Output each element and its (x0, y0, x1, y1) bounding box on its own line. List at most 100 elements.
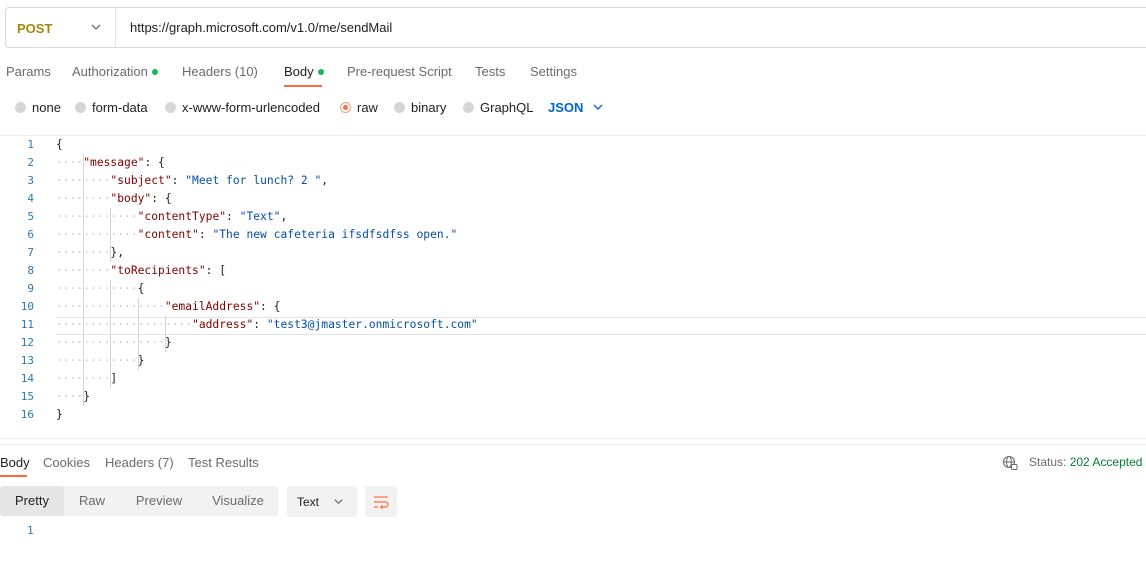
chevron-down-icon (334, 499, 343, 505)
json-punctuation: } (83, 390, 91, 403)
chevron-down-icon (91, 24, 101, 30)
tab-pre-request-script[interactable]: Pre-request Script (347, 64, 452, 79)
indent-guide (164, 316, 166, 352)
json-punctuation: : { (144, 156, 165, 169)
response-tab-headers[interactable]: Headers (7) (105, 455, 174, 470)
whitespace-marker: ···· (56, 156, 84, 169)
radio-raw[interactable]: raw (340, 100, 378, 115)
line-number: 11 (20, 318, 34, 331)
code-line: } (56, 406, 63, 424)
line-number: 10 (20, 300, 34, 313)
radio-x-www-form-urlencoded[interactable]: x-www-form-urlencoded (165, 100, 320, 115)
line-number: 7 (27, 246, 34, 259)
response-format-dropdown[interactable]: Text (287, 486, 357, 517)
whitespace-marker: ···· (56, 390, 84, 403)
json-key: "emailAddress" (164, 300, 261, 313)
method-label: POST (17, 21, 53, 36)
indent-guide (110, 208, 112, 262)
request-url-bar: POST https://graph.microsoft.com/v1.0/me… (5, 7, 1146, 48)
tab-authorization[interactable]: Authorization (72, 64, 158, 79)
json-punctuation: : { (151, 192, 172, 205)
format-selector[interactable]: JSON (548, 100, 583, 115)
whitespace-marker: ···················· (56, 318, 193, 331)
json-punctuation: } (164, 336, 172, 349)
tab-tests[interactable]: Tests (475, 64, 505, 79)
radio-circle-icon (394, 102, 405, 114)
code-line: ········"toRecipients": [ (56, 262, 226, 280)
json-punctuation: : (198, 228, 213, 241)
line-number: 16 (20, 408, 34, 421)
code-line: ················"emailAddress": { (56, 298, 280, 316)
radio-none[interactable]: none (15, 100, 61, 115)
json-key: "message" (83, 156, 145, 169)
url-input[interactable]: https://graph.microsoft.com/v1.0/me/send… (130, 20, 392, 35)
json-key: "subject" (110, 174, 172, 187)
tab-headers[interactable]: Headers (10) (182, 64, 258, 79)
code-line: ················} (56, 334, 172, 352)
json-key: "body" (110, 192, 152, 205)
json-punctuation: } (137, 354, 145, 367)
response-line-number: 1 (27, 524, 34, 537)
view-mode-preview[interactable]: Preview (120, 486, 198, 516)
tab-body[interactable]: Body (284, 64, 324, 79)
tab-params[interactable]: Params (6, 64, 51, 79)
json-punctuation: ] (110, 372, 118, 385)
json-key: "content" (137, 228, 199, 241)
line-number: 15 (20, 390, 34, 403)
body-indicator-dot (317, 68, 324, 75)
response-status: Status: 202 Accepted (1029, 455, 1143, 469)
json-key: "contentType" (137, 210, 227, 223)
response-tab-cookies[interactable]: Cookies (43, 455, 90, 470)
active-tab-underline (0, 475, 27, 477)
whitespace-marker: ············ (56, 210, 138, 223)
request-body-editor[interactable]: 1 2 3 4 5 6 7 8 9 10 11 12 13 14 15 16 {····"message": … (0, 136, 1146, 432)
code-line: ····} (56, 388, 90, 406)
chevron-down-icon[interactable] (592, 101, 604, 113)
json-punctuation: , (321, 174, 329, 187)
radio-graphql[interactable]: GraphQL (463, 100, 533, 115)
json-punctuation: , (280, 210, 288, 223)
line-number: 9 (27, 282, 34, 295)
divider (0, 438, 1146, 439)
json-string: "The new cafeteria ifsdfsdfss open." (212, 228, 458, 241)
radio-circle-icon (463, 102, 474, 114)
json-key: "address" (192, 318, 254, 331)
radio-circle-icon (165, 102, 176, 114)
json-punctuation: }, (110, 246, 125, 259)
method-selector[interactable]: POST (6, 8, 116, 47)
tab-settings[interactable]: Settings (530, 64, 577, 79)
response-tab-body[interactable]: Body (0, 455, 30, 470)
code-line: ············"contentType": "Text", (56, 208, 287, 226)
code-line: ········}, (56, 244, 124, 262)
radio-form-data[interactable]: form-data (75, 100, 148, 115)
indent-guide (83, 154, 85, 406)
code-line: ············"content": "The new cafeteri… (56, 226, 457, 244)
radio-selected-icon (340, 102, 351, 114)
code-line: ············} (56, 352, 144, 370)
json-key: "toRecipients" (110, 264, 206, 277)
line-number: 4 (27, 192, 34, 205)
radio-binary[interactable]: binary (394, 100, 446, 115)
code-line: { (56, 136, 63, 154)
view-mode-visualize[interactable]: Visualize (198, 486, 278, 516)
json-punctuation: } (56, 408, 63, 421)
globe-icon[interactable] (1002, 455, 1018, 471)
response-format-label: Text (297, 495, 320, 509)
auth-indicator-dot (151, 68, 158, 75)
response-tab-test-results[interactable]: Test Results (188, 455, 259, 470)
json-punctuation: : (226, 210, 240, 223)
code-line: ········"subject": "Meet for lunch? 2 ", (56, 172, 328, 190)
view-mode-pretty[interactable]: Pretty (0, 486, 64, 516)
whitespace-marker: ············ (56, 228, 138, 241)
line-number: 14 (20, 372, 34, 385)
line-number: 5 (27, 210, 34, 223)
request-tabs: Params Authorization Headers (10) Body P… (0, 56, 1146, 88)
json-punctuation: : [ (205, 264, 227, 277)
status-value: 202 Accepted (1069, 455, 1143, 469)
view-mode-raw[interactable]: Raw (64, 486, 120, 516)
json-punctuation: : (171, 174, 186, 187)
wrap-lines-icon (374, 496, 389, 510)
json-string: "Text" (239, 210, 281, 223)
wrap-lines-button[interactable] (365, 486, 397, 517)
json-punctuation: : (253, 318, 267, 331)
